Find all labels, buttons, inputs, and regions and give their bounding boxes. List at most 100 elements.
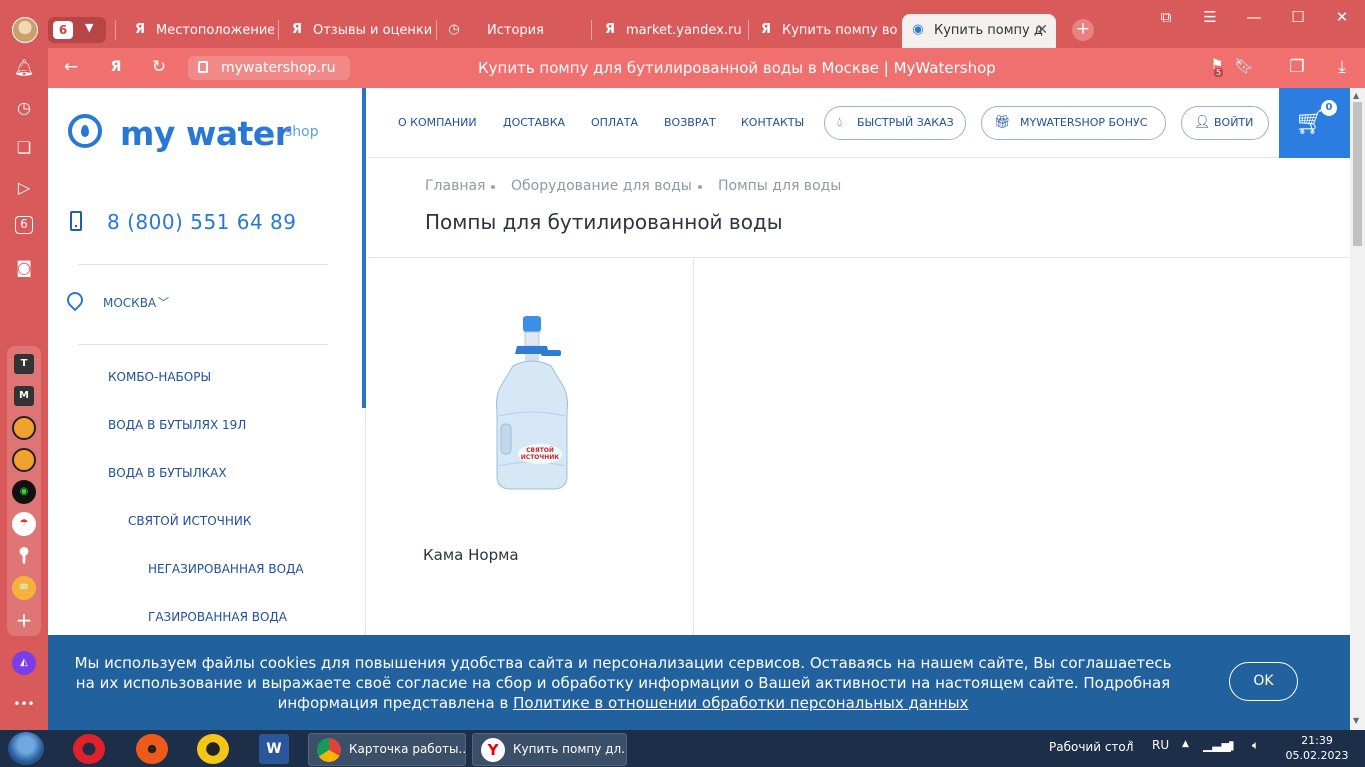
url-text: mywatershop.ru <box>221 60 336 76</box>
clock[interactable]: 21:39 05.02.2023 <box>1282 733 1352 763</box>
notes-icon[interactable]: ❏ <box>12 136 36 160</box>
page-scrollbar[interactable]: ▲ ▼ <box>1350 88 1365 730</box>
cookie-ok-button[interactable]: OK <box>1229 662 1298 701</box>
media-player-icon[interactable] <box>136 734 168 764</box>
category-sparkling-water[interactable]: ГАЗИРОВАННАЯ ВОДА <box>148 610 287 624</box>
web-page: my water shop 8 (800) 551 64 89 МОСКВА ﹀… <box>48 88 1350 730</box>
nav-delivery[interactable]: ДОСТАВКА <box>503 116 565 129</box>
new-tab-button[interactable]: + <box>1072 19 1094 41</box>
app-umbrella-icon[interactable]: ☂ <box>12 512 36 536</box>
taskbar-chrome-task[interactable]: Карточка работы... <box>308 733 466 766</box>
tab-separator <box>115 20 116 40</box>
tray-expand-icon[interactable]: ▲ <box>1182 739 1189 749</box>
scrollbar-thumb[interactable] <box>1353 102 1362 246</box>
category-bottles-19l[interactable]: ВОДА В БУТЫЛЯХ 19Л <box>108 418 246 432</box>
back-icon[interactable]: ← <box>60 57 82 77</box>
sidebar-scroll-indicator <box>362 88 366 408</box>
app-m-icon[interactable]: M <box>14 386 34 406</box>
profile-avatar[interactable] <box>12 17 38 43</box>
app-camera-icon[interactable]: ◉ <box>12 480 36 504</box>
volume-icon[interactable]: 🔈︎ <box>1252 738 1259 753</box>
address-bar[interactable]: mywatershop.ru <box>188 56 350 80</box>
video-play-icon[interactable]: ▷ <box>12 176 36 200</box>
reload-icon[interactable]: ↻ <box>148 57 170 77</box>
yandex-icon: Я <box>134 22 145 37</box>
scroll-up-icon[interactable]: ▲ <box>1353 91 1359 100</box>
tab-counter-button[interactable]: 6 ▼ <box>48 17 106 43</box>
yandex-home-icon[interactable]: Я <box>105 59 127 75</box>
nav-contacts[interactable]: КОНТАКТЫ <box>741 116 804 129</box>
category-bottles[interactable]: ВОДА В БУТЫЛКАХ <box>108 466 227 480</box>
nav-about[interactable]: О КОМПАНИИ <box>398 116 477 129</box>
alice-icon[interactable]: ◭ <box>12 651 36 675</box>
history-clock-icon[interactable]: ◷ <box>12 96 36 120</box>
window-close-icon[interactable]: ✕ <box>1330 8 1354 26</box>
add-icon[interactable]: + <box>12 608 36 632</box>
bookmark-icon[interactable]: 🔖︎ <box>1233 57 1255 75</box>
tab-separator <box>278 20 279 40</box>
cart-button[interactable]: 🛒︎ 0 <box>1279 88 1350 158</box>
desktop-toolbar-label[interactable]: Рабочий стол <box>1049 740 1133 754</box>
tab-location[interactable]: Я Местоположение <box>124 14 274 48</box>
yandex-icon: Я <box>291 22 302 37</box>
bonus-button[interactable]: 🎁︎ MYWATERSHOP БОНУС <box>981 106 1166 140</box>
maximize-icon[interactable]: ☐ <box>1286 8 1310 26</box>
water-drop-logo-icon[interactable] <box>68 114 102 148</box>
breadcrumb-home[interactable]: Главная <box>425 178 485 194</box>
close-icon[interactable]: ✕ <box>1036 22 1048 38</box>
map-pin-icon[interactable]: 📍︎ <box>12 544 36 568</box>
app-orange-2-icon[interactable] <box>12 448 36 472</box>
tab-pump-1[interactable]: Я Купить помпу вод <box>750 14 898 48</box>
collections-icon[interactable]: ❐ <box>1286 57 1308 77</box>
tab-label: Отзывы и оценки <box>313 23 431 38</box>
tab-count-icon[interactable]: 6 <box>15 216 33 234</box>
download-icon[interactable]: ⤓ <box>1331 57 1353 77</box>
task-label: Купить помпу дл... <box>513 742 627 756</box>
bonus-label: MYWATERSHOP БОНУС <box>1020 116 1148 129</box>
category-svyatoy-istochnik[interactable]: СВЯТОЙ ИСТОЧНИК <box>128 514 251 528</box>
browser-toolbar: ← Я ↻ mywatershop.ru Купить помпу для бу… <box>48 48 1365 88</box>
nav-payment[interactable]: ОПЛАТА <box>591 116 638 129</box>
nav-return[interactable]: ВОЗВРАТ <box>664 116 716 129</box>
product-image[interactable]: СВЯТОЙ ИСТОЧНИК <box>495 316 569 491</box>
login-button[interactable]: 👤︎ ВОЙТИ <box>1181 106 1269 140</box>
breadcrumb-equipment[interactable]: Оборудование для воды <box>511 178 692 194</box>
product-name[interactable]: Кама Норма <box>423 546 519 564</box>
opera-icon[interactable] <box>73 734 105 764</box>
tab-pump-active[interactable]: ◉ Купить помпу д ✕ <box>902 14 1056 48</box>
chevron-icon[interactable]: » <box>1128 738 1134 748</box>
aimp-icon[interactable] <box>197 734 229 764</box>
signal-icon[interactable]: ▁▃▅ <box>1203 738 1231 752</box>
app-t-icon[interactable]: T <box>14 354 34 374</box>
word-icon[interactable]: W <box>259 734 289 764</box>
minimize-icon[interactable]: — <box>1242 8 1266 26</box>
windows-taskbar: W Карточка работы... Y Купить помпу дл..… <box>0 730 1365 767</box>
language-indicator[interactable]: RU <box>1152 738 1169 752</box>
screenshot-icon[interactable]: ◙ <box>12 256 36 280</box>
category-combo[interactable]: КОМБО-НАБОРЫ <box>108 370 211 384</box>
quick-order-button[interactable]: 💧︎ БЫСТРЫЙ ЗАКАЗ <box>824 106 966 140</box>
logo-text[interactable]: my water <box>120 114 291 153</box>
tab-label: История <box>487 23 544 38</box>
taskbar-yandex-task[interactable]: Y Купить помпу дл... <box>472 733 627 766</box>
app-mail-icon[interactable]: ✉ <box>12 576 36 600</box>
tab-history[interactable]: ◷ История <box>438 14 588 48</box>
phone-number[interactable]: 8 (800) 551 64 89 <box>107 210 297 234</box>
app-orange-icon[interactable] <box>12 416 36 440</box>
category-still-water[interactable]: НЕГАЗИРОВАННАЯ ВОДА <box>148 562 304 576</box>
bookmarks-panel-icon[interactable]: ⧉ <box>1154 8 1178 26</box>
scroll-down-icon[interactable]: ▼ <box>1353 716 1359 725</box>
divider <box>78 344 328 345</box>
menu-icon[interactable]: ☰ <box>1198 8 1222 26</box>
start-button[interactable] <box>8 732 44 765</box>
tab-reviews[interactable]: Я Отзывы и оценки <box>281 14 431 48</box>
battery-icon[interactable]: ▮ <box>1228 738 1235 752</box>
phone-icon <box>70 211 82 231</box>
privacy-policy-link[interactable]: Политике в отношении обработки персональ… <box>513 694 968 712</box>
more-icon[interactable]: ••• <box>12 692 36 716</box>
cart-count-badge: 0 <box>1321 100 1337 116</box>
breadcrumb-pumps[interactable]: Помпы для воды <box>718 178 841 194</box>
clock-date: 05.02.2023 <box>1285 749 1349 762</box>
bell-icon[interactable]: 🔔︎ <box>12 56 36 80</box>
tab-market[interactable]: Я market.yandex.ru – <box>594 14 744 48</box>
